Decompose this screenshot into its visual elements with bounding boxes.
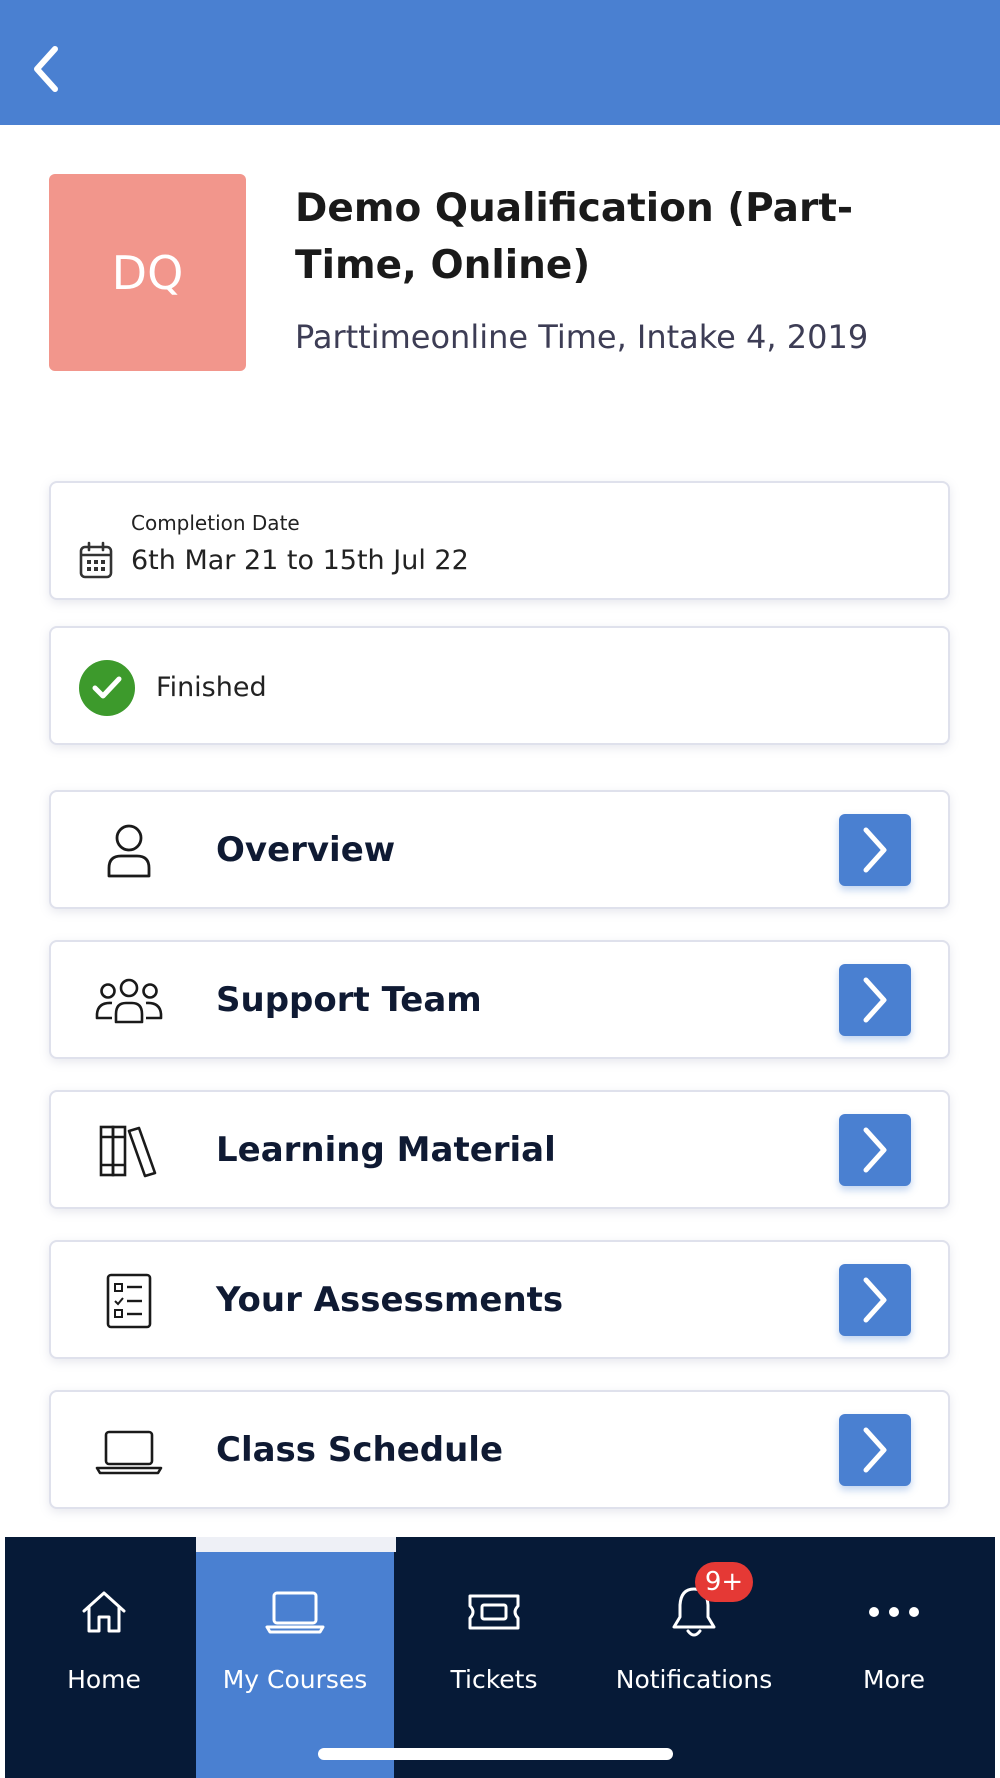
- calendar-icon: [79, 541, 113, 579]
- tab-label: Home: [67, 1665, 141, 1694]
- chevron-right-icon: [863, 1277, 887, 1323]
- course-title: Demo Qualification (Part-Time, Online): [295, 186, 854, 288]
- chevron-right-icon: [863, 977, 887, 1023]
- tab-label: More: [863, 1665, 925, 1694]
- tab-label: Tickets: [450, 1665, 538, 1694]
- chevron-right-icon: [863, 827, 887, 873]
- completion-date-label: Completion Date: [131, 511, 300, 535]
- course-initials: DQ: [111, 245, 184, 300]
- more-dots-icon: [795, 1585, 993, 1639]
- status-label: Finished: [156, 672, 267, 703]
- overview-arrow-button[interactable]: [839, 814, 911, 886]
- active-tab-indicator: [196, 1537, 396, 1552]
- check-circle-icon: [79, 660, 135, 716]
- tab-home[interactable]: Home: [5, 1537, 203, 1763]
- bell-icon: [595, 1585, 793, 1639]
- bottom-tab-bar: Home My Courses Tickets 9+ Notifications…: [5, 1537, 995, 1778]
- checklist-icon: [93, 1271, 165, 1331]
- menu-item-label: Support Team: [216, 980, 482, 1020]
- learning-material-arrow-button[interactable]: [839, 1114, 911, 1186]
- menu-item-label: Class Schedule: [216, 1430, 504, 1470]
- notification-badge: 9+: [695, 1562, 753, 1602]
- chevron-right-icon: [863, 1127, 887, 1173]
- tab-label: Notifications: [615, 1665, 773, 1694]
- ticket-icon: [395, 1585, 593, 1639]
- menu-item-label: Learning Material: [216, 1130, 556, 1170]
- tab-tickets[interactable]: Tickets: [395, 1537, 593, 1763]
- status-card: Finished: [49, 626, 950, 745]
- team-icon: [93, 971, 165, 1031]
- menu-item-label: Your Assessments: [216, 1280, 564, 1320]
- menu-item-label: Overview: [216, 830, 396, 870]
- course-subtitle: Parttimeonline Time, Intake 4, 2019: [295, 318, 869, 356]
- laptop-icon: [196, 1585, 394, 1639]
- books-icon: [93, 1121, 165, 1181]
- tab-more[interactable]: More: [795, 1537, 993, 1763]
- chevron-right-icon: [863, 1427, 887, 1473]
- menu-item-learning-material[interactable]: Learning Material: [49, 1090, 950, 1209]
- menu-item-class-schedule[interactable]: Class Schedule: [49, 1390, 950, 1509]
- completion-date-value: 6th Mar 21 to 15th Jul 22: [131, 545, 469, 576]
- menu-item-support-team[interactable]: Support Team: [49, 940, 950, 1059]
- home-icon: [5, 1585, 203, 1639]
- your-assessments-arrow-button[interactable]: [839, 1264, 911, 1336]
- back-button[interactable]: [26, 44, 66, 94]
- menu-item-overview[interactable]: Overview: [49, 790, 950, 909]
- user-icon: [93, 821, 165, 881]
- class-schedule-arrow-button[interactable]: [839, 1414, 911, 1486]
- support-team-arrow-button[interactable]: [839, 964, 911, 1036]
- home-indicator: [318, 1748, 673, 1760]
- laptop-icon: [93, 1421, 165, 1481]
- app-header: [0, 0, 1000, 125]
- tab-label: My Courses: [222, 1665, 368, 1694]
- chevron-left-icon: [34, 46, 58, 92]
- menu-item-your-assessments[interactable]: Your Assessments: [49, 1240, 950, 1359]
- tab-notifications[interactable]: 9+ Notifications: [595, 1537, 793, 1763]
- completion-date-card: Completion Date 6th Mar 21 to 15th Jul 2…: [49, 481, 950, 600]
- course-thumbnail: DQ: [49, 174, 246, 371]
- tab-my-courses[interactable]: My Courses: [196, 1552, 394, 1778]
